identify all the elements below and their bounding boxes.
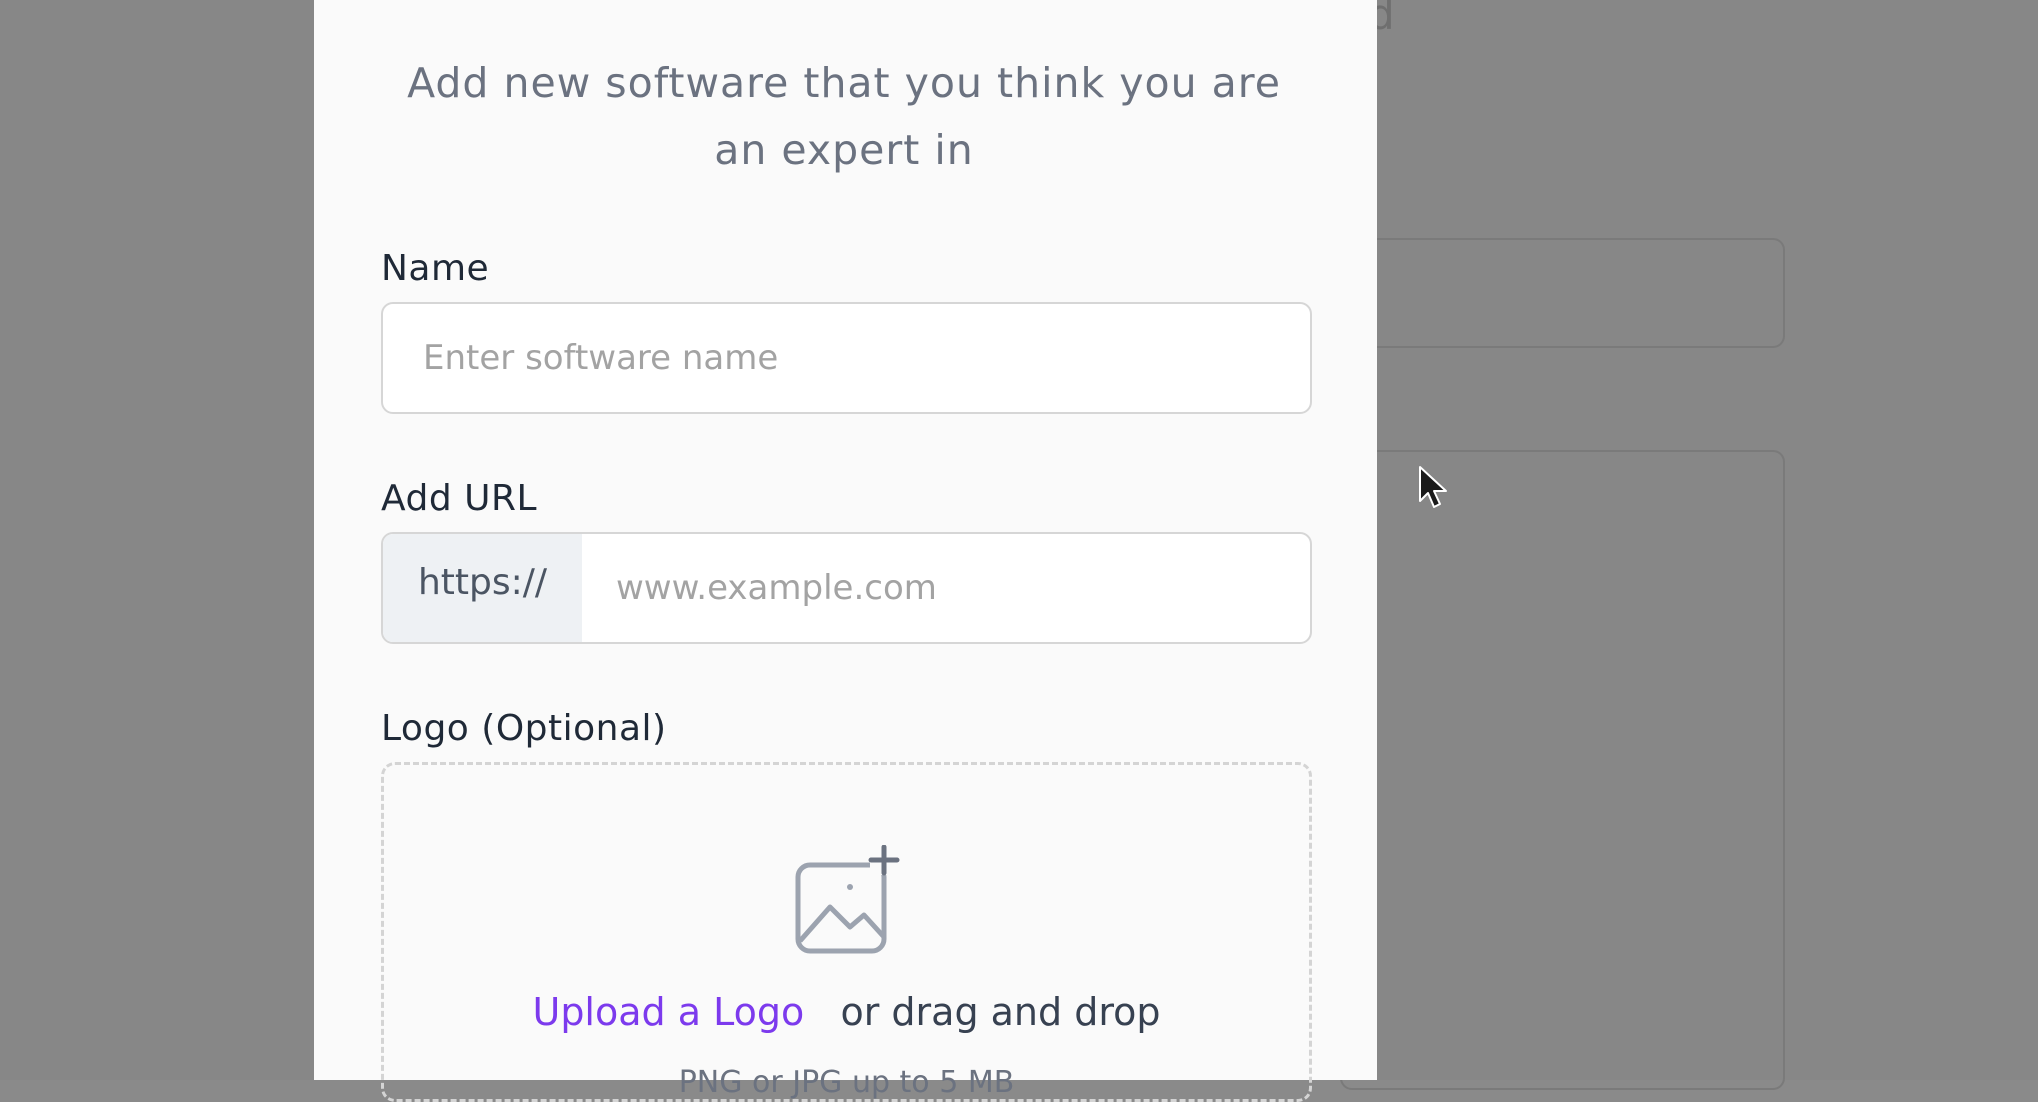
logo-dropzone[interactable]: Upload a Logo or drag and drop PNG or JP… xyxy=(381,762,1312,1102)
background-input xyxy=(1340,238,1785,348)
url-prefix: https:// xyxy=(383,534,582,642)
logo-label: Logo (Optional) xyxy=(381,708,667,749)
modal-subtitle: Add new software that you think you are … xyxy=(407,59,1281,174)
background-textarea xyxy=(1340,450,1785,1090)
name-label: Name xyxy=(381,248,490,289)
add-software-modal: Add new software that you think you are … xyxy=(314,0,1377,1102)
software-name-placeholder: Enter software name xyxy=(423,338,779,378)
file-type-hint: PNG or JPG up to 5 MB xyxy=(678,1065,1015,1100)
url-input[interactable]: www.example.com xyxy=(582,534,1310,642)
url-placeholder: www.example.com xyxy=(616,568,937,608)
url-input-group[interactable]: https:// www.example.com xyxy=(381,532,1312,644)
drag-drop-text: or drag and drop xyxy=(840,990,1161,1034)
image-add-icon xyxy=(795,845,900,954)
mouse-pointer-icon xyxy=(1419,466,1447,508)
software-name-input[interactable]: Enter software name xyxy=(381,302,1312,414)
url-label: Add URL xyxy=(381,478,538,519)
upload-instructions: Upload a Logo or drag and drop xyxy=(384,990,1309,1034)
upload-logo-link[interactable]: Upload a Logo xyxy=(533,990,805,1034)
